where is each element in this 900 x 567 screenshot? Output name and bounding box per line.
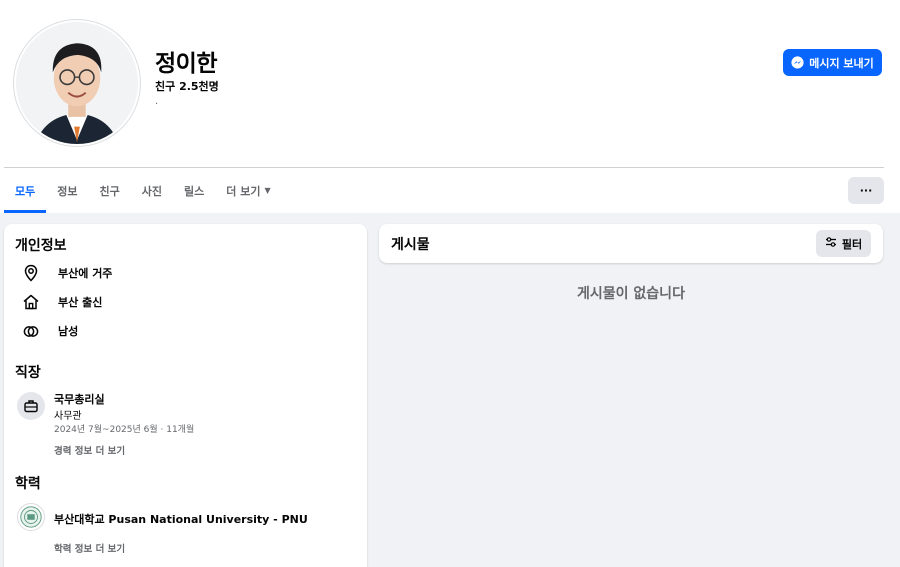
- posts-header-card: 게시물 필터: [379, 224, 883, 263]
- intro-location: 부산에 거주: [22, 264, 112, 282]
- profile-tabs: 모두 정보 친구 사진 릴스 더 보기 ▼: [4, 168, 282, 213]
- location-pin-icon: [22, 264, 40, 282]
- tab-reels[interactable]: 릴스: [173, 168, 215, 213]
- empty-posts-message: 게시물이 없습니다: [577, 286, 685, 302]
- avatar-image: [16, 22, 138, 144]
- tab-all[interactable]: 모두: [4, 168, 47, 213]
- briefcase-icon: [17, 392, 45, 420]
- education-more-link[interactable]: 학력 정보 더 보기: [54, 541, 125, 555]
- university-logo-icon: [17, 503, 45, 531]
- home-icon: [22, 293, 40, 311]
- tab-photos[interactable]: 사진: [131, 168, 173, 213]
- posts-title: 게시물: [391, 237, 430, 253]
- caret-down-icon: ▼: [264, 186, 271, 195]
- profile-header: 정이한 친구 2.5천명 . 메시지 보내기 모두 정보 친구 사진 릴스 더 …: [0, 0, 900, 213]
- work-company[interactable]: 국무총리실: [54, 391, 105, 407]
- tab-about[interactable]: 정보: [46, 168, 88, 213]
- send-message-label: 메시지 보내기: [809, 56, 874, 70]
- messenger-icon: [791, 56, 804, 69]
- more-options-button[interactable]: ···: [848, 177, 884, 204]
- work-period: 2024년 7월~2025년 6월 · 11개월: [54, 425, 195, 435]
- friends-count[interactable]: 친구 2.5천명: [155, 78, 219, 94]
- work-role: 사무관: [54, 411, 82, 422]
- filter-button[interactable]: 필터: [816, 230, 871, 257]
- intro-title: 개인정보: [15, 238, 67, 254]
- work-title: 직장: [15, 365, 41, 381]
- profile-bio: .: [155, 96, 159, 107]
- profile-avatar[interactable]: [14, 20, 140, 146]
- filter-icon: [825, 236, 837, 251]
- intro-gender: 남성: [22, 322, 78, 340]
- gender-icon: [22, 322, 40, 340]
- work-more-link[interactable]: 경력 정보 더 보기: [54, 443, 125, 457]
- profile-name: 정이한: [155, 51, 217, 77]
- tab-friends[interactable]: 친구: [89, 168, 131, 213]
- intro-hometown: 부산 출신: [22, 293, 102, 311]
- intro-card: 개인정보 부산에 거주 부산 출신 남성 직장 국무총리실 사무관 2024년 …: [4, 224, 367, 567]
- education-school[interactable]: 부산대학교 Pusan National University - PNU: [54, 511, 308, 527]
- tab-more[interactable]: 더 보기 ▼: [215, 168, 281, 213]
- send-message-button[interactable]: 메시지 보내기: [783, 49, 882, 76]
- filter-label: 필터: [841, 237, 863, 251]
- education-title: 학력: [15, 476, 41, 492]
